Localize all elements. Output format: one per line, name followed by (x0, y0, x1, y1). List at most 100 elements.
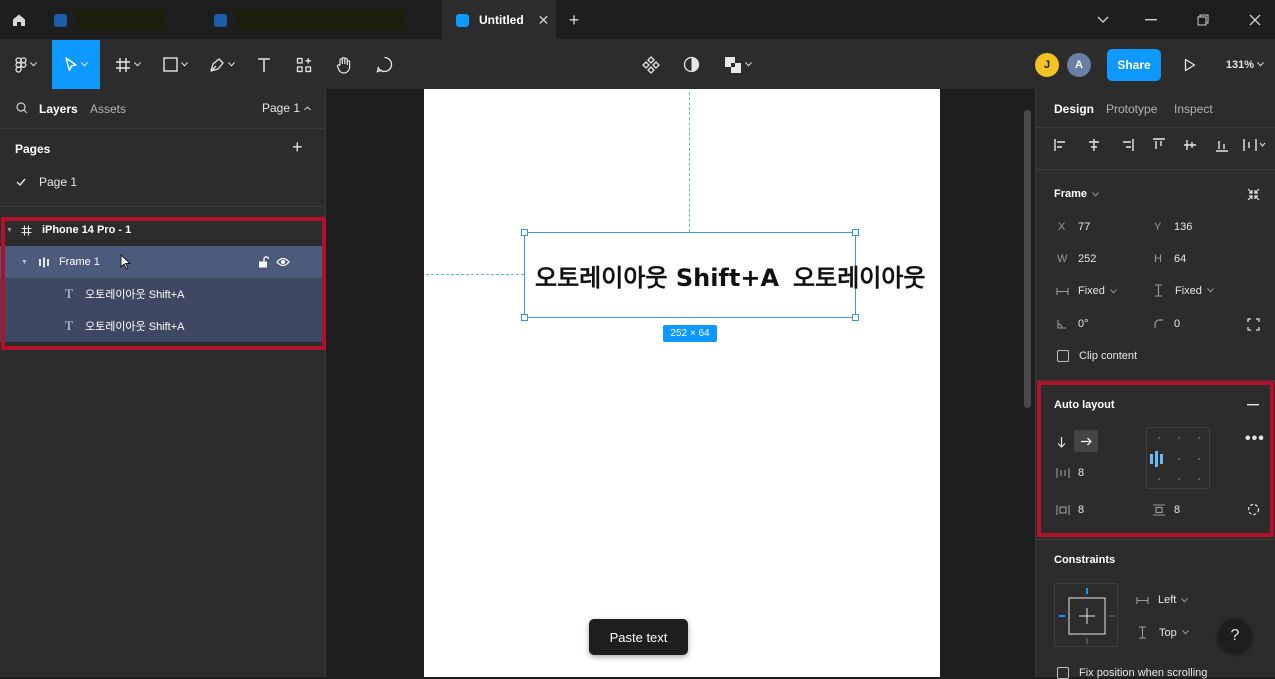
height-mode-dropdown[interactable]: Fixed (1154, 284, 1214, 297)
canvas-text-2[interactable]: 오토레이아웃 (793, 264, 925, 292)
w-label: W (1057, 253, 1068, 265)
add-page-button[interactable]: + (292, 137, 303, 158)
rectangle-icon (162, 57, 178, 72)
corner-radius-input[interactable]: 0 (1174, 318, 1180, 330)
frame-type-dropdown[interactable]: Frame (1054, 188, 1099, 200)
tab-redacted-1[interactable] (38, 0, 198, 40)
align-right-icon[interactable] (1120, 138, 1134, 152)
boolean-button[interactable] (718, 40, 758, 89)
chevron-down-icon (228, 62, 235, 67)
iphone-frame[interactable] (424, 89, 940, 677)
align-bottom-icon[interactable] (1215, 138, 1229, 152)
play-icon (1184, 58, 1196, 71)
components-button[interactable] (638, 40, 664, 89)
chevron-down-icon (1207, 288, 1214, 293)
avatar[interactable]: J (1035, 53, 1059, 77)
canvas-text-1[interactable]: 오토레이아웃 Shift+A (535, 264, 779, 292)
fix-position-checkbox[interactable] (1057, 667, 1069, 679)
vertical-constraint-dropdown[interactable]: Top (1138, 626, 1189, 639)
chevron-down-icon (1097, 16, 1109, 23)
tab-design[interactable]: Design (1054, 102, 1094, 116)
resize-handle[interactable] (521, 229, 528, 236)
home-icon (13, 14, 25, 26)
restore-icon (1197, 14, 1209, 26)
divider (1036, 539, 1275, 540)
figma-logo-icon (15, 56, 27, 73)
align-center-v-icon[interactable] (1183, 138, 1197, 152)
main-menu-button[interactable] (6, 40, 46, 89)
zoom-level: 131% (1225, 58, 1255, 71)
constraint-widget[interactable] (1054, 583, 1118, 647)
shape-tool-button[interactable] (155, 40, 195, 89)
divider (0, 128, 326, 129)
chevron-down-icon (81, 62, 88, 67)
tab-untitled[interactable]: Untitled ✕ (442, 0, 556, 40)
pen-tool-button[interactable] (202, 40, 242, 89)
close-window-button[interactable] (1240, 0, 1270, 40)
mask-button[interactable] (678, 40, 704, 89)
tab-dropdown-button[interactable] (1090, 0, 1116, 40)
restore-button[interactable] (1188, 0, 1218, 40)
h-input[interactable]: 64 (1174, 253, 1186, 265)
page-selector[interactable]: Page 1 (262, 101, 311, 115)
horizontal-constraint-label: Left (1158, 594, 1177, 606)
canvas-scrollbar[interactable] (1024, 110, 1031, 408)
clip-content-checkbox[interactable] (1057, 350, 1069, 362)
close-tab-icon[interactable]: ✕ (538, 12, 550, 29)
component-icon (642, 55, 660, 74)
y-label: Y (1154, 221, 1162, 233)
constraints-title: Constraints (1054, 554, 1116, 566)
minimize-icon (1145, 19, 1157, 21)
frame-title: Frame (1054, 188, 1088, 200)
chevron-down-icon (1092, 191, 1099, 197)
share-button[interactable]: Share (1107, 49, 1161, 81)
rotation-icon (1057, 320, 1066, 329)
layers-panel: Layers Assets Page 1 Pages + Page 1 ▼ iP… (0, 89, 326, 677)
resize-handle[interactable] (852, 229, 859, 236)
design-panel: Design Prototype Inspect Frame X 77 Y 13… (1035, 89, 1275, 679)
resize-handle[interactable] (521, 314, 528, 321)
close-icon (1249, 14, 1261, 26)
present-button[interactable] (1176, 40, 1204, 89)
distribute-icon[interactable] (1243, 138, 1267, 152)
horizontal-constraint-dropdown[interactable]: Left (1136, 594, 1189, 606)
align-top-icon[interactable] (1152, 138, 1166, 152)
tab-redacted-2[interactable] (198, 0, 442, 40)
w-input[interactable]: 252 (1078, 253, 1096, 265)
canvas-text-row[interactable]: 오토레이아웃 Shift+A 오토레이아웃 (535, 258, 938, 294)
width-mode-dropdown[interactable]: Fixed (1056, 285, 1117, 297)
page-item[interactable]: Page 1 (0, 171, 326, 193)
tab-inspect[interactable]: Inspect (1174, 102, 1213, 116)
resize-handle[interactable] (852, 314, 859, 321)
paste-text-toast[interactable]: Paste text (589, 619, 688, 655)
search-icon[interactable] (16, 102, 28, 114)
align-left-icon[interactable] (1054, 138, 1068, 152)
divider (1036, 127, 1275, 128)
help-button[interactable]: ? (1218, 619, 1252, 653)
minimize-button[interactable] (1136, 0, 1166, 40)
move-tool-button[interactable] (52, 40, 100, 89)
width-mode-label: Fixed (1078, 285, 1105, 297)
resources-tool-button[interactable] (290, 40, 318, 89)
rotation-input[interactable]: 0° (1078, 318, 1089, 330)
x-input[interactable]: 77 (1078, 221, 1090, 233)
y-input[interactable]: 136 (1174, 221, 1192, 233)
chevron-down-icon (134, 62, 141, 67)
independent-corners-icon[interactable] (1247, 318, 1260, 331)
new-tab-button[interactable]: + (562, 0, 586, 40)
hand-tool-button[interactable] (330, 40, 358, 89)
tab-layers[interactable]: Layers (39, 102, 78, 116)
vertical-guide (689, 92, 690, 232)
chevron-down-icon (180, 62, 188, 67)
home-button[interactable] (0, 0, 38, 40)
figma-file-icon (54, 13, 67, 27)
tab-assets[interactable]: Assets (90, 102, 126, 116)
resize-to-fit-icon[interactable] (1247, 188, 1260, 201)
frame-tool-button[interactable] (108, 40, 148, 89)
tab-prototype[interactable]: Prototype (1106, 102, 1157, 116)
align-center-h-icon[interactable] (1087, 138, 1101, 152)
zoom-dropdown[interactable]: 131% (1218, 40, 1272, 89)
text-tool-button[interactable] (250, 40, 278, 89)
avatar[interactable]: A (1067, 53, 1091, 77)
comment-tool-button[interactable] (370, 40, 398, 89)
